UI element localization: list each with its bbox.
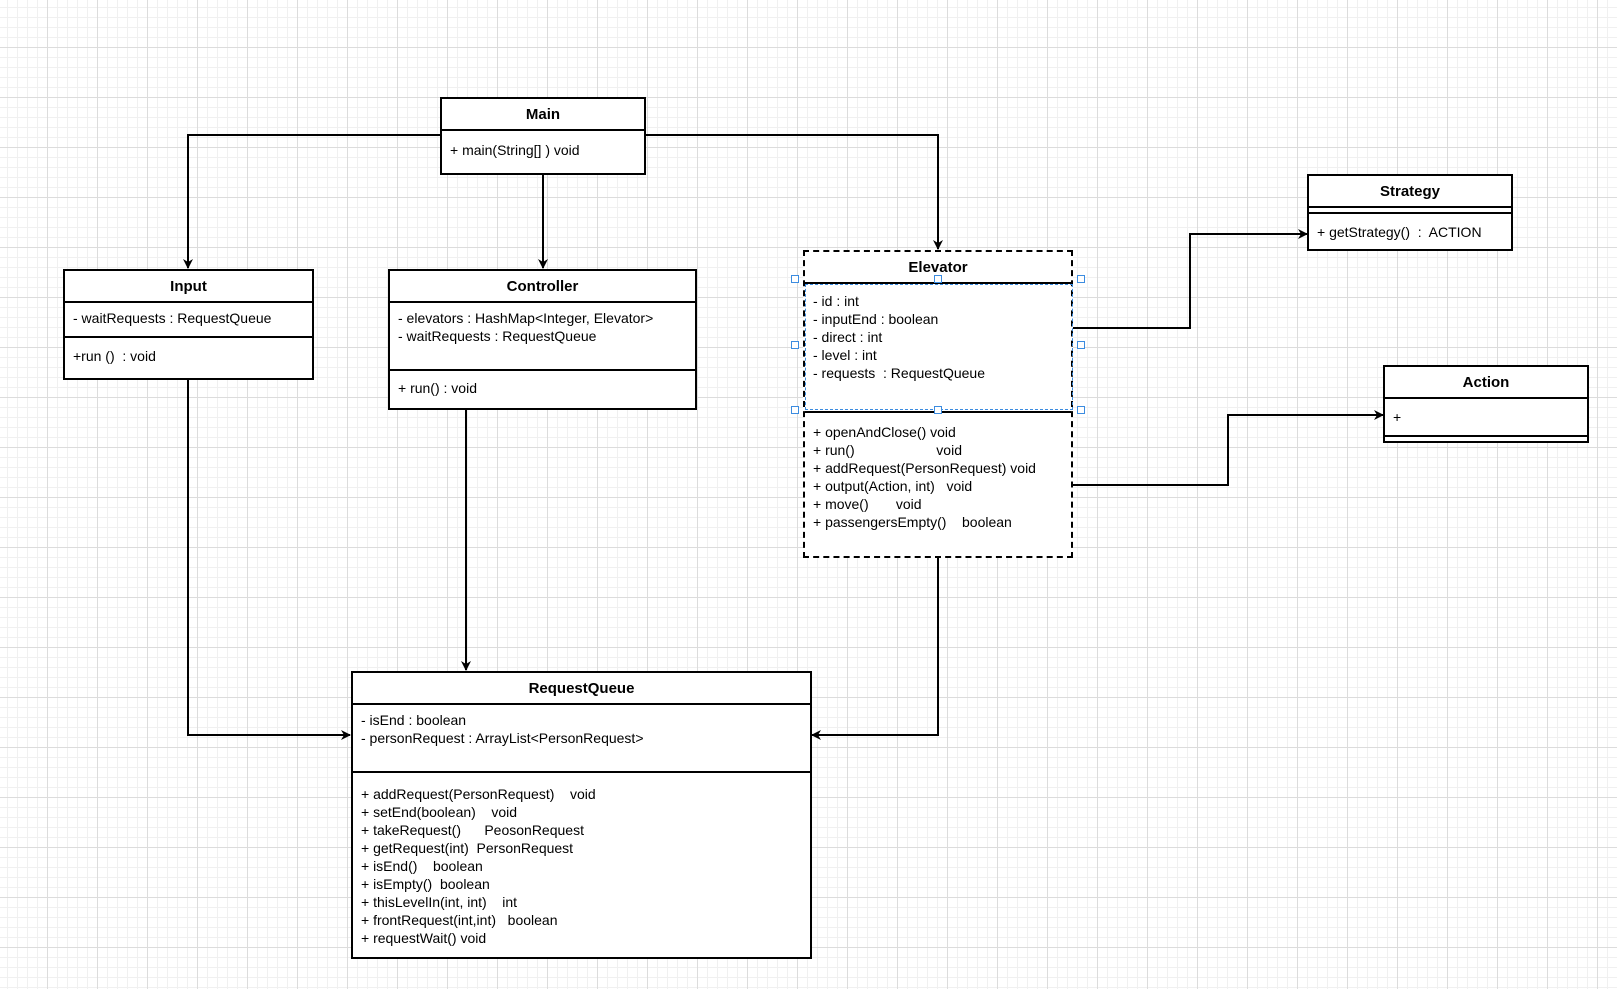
class-action[interactable]: Action + bbox=[1383, 365, 1589, 443]
method-row: + frontRequest(int,int) boolean bbox=[361, 912, 558, 928]
method-row: + getRequest(int) PersonRequest bbox=[361, 840, 574, 856]
edge-main-input[interactable] bbox=[183, 134, 441, 269]
method-row: + isEnd() boolean bbox=[361, 858, 483, 874]
class-elevator-attributes[interactable]: - id : int - inputEnd : boolean - direct… bbox=[805, 284, 1071, 413]
method-row: + openAndClose() void bbox=[813, 424, 956, 440]
method-row: + move() void bbox=[813, 496, 922, 512]
class-input-methods: +run () : void bbox=[65, 338, 312, 371]
method-row: + run() : void bbox=[398, 380, 477, 396]
edge-elevator-requestqueue[interactable] bbox=[811, 557, 939, 740]
attribute-row: - requests : RequestQueue bbox=[813, 365, 985, 381]
resize-handle[interactable] bbox=[791, 341, 799, 349]
method-row: + addRequest(PersonRequest) void bbox=[813, 460, 1036, 476]
class-input-attributes: - waitRequests : RequestQueue bbox=[65, 303, 312, 338]
class-elevator[interactable]: Elevator - id : int - inputEnd : boolean… bbox=[803, 250, 1073, 558]
method-row: + run() void bbox=[813, 442, 962, 458]
method-row: + main(String[] ) void bbox=[450, 142, 580, 158]
class-controller-attributes: - elevators : HashMap<Integer, Elevator>… bbox=[390, 303, 695, 371]
attribute-row: - direct : int bbox=[813, 329, 883, 345]
class-action-methods: + bbox=[1385, 399, 1587, 437]
resize-handle[interactable] bbox=[1077, 275, 1085, 283]
method-row: + getStrategy() : ACTION bbox=[1317, 224, 1482, 240]
attribute-row: - level : int bbox=[813, 347, 877, 363]
class-input[interactable]: Input - waitRequests : RequestQueue +run… bbox=[63, 269, 314, 380]
class-action-title: Action bbox=[1385, 367, 1587, 399]
class-main[interactable]: Main + main(String[] ) void bbox=[440, 97, 646, 175]
attribute-row: - isEnd : boolean bbox=[361, 712, 467, 728]
class-main-methods: + main(String[] ) void bbox=[442, 131, 644, 165]
edge-elevator-action[interactable] bbox=[1072, 410, 1384, 486]
class-requestqueue-methods: + addRequest(PersonRequest) void + setEn… bbox=[353, 773, 810, 953]
resize-handle[interactable] bbox=[1077, 341, 1085, 349]
class-requestqueue-title: RequestQueue bbox=[353, 673, 810, 705]
class-main-title: Main bbox=[442, 99, 644, 131]
method-row: + isEmpty() boolean bbox=[361, 876, 490, 892]
attribute-row: - elevators : HashMap<Integer, Elevator> bbox=[398, 310, 654, 326]
class-strategy-methods: + getStrategy() : ACTION bbox=[1309, 214, 1511, 247]
resize-handle[interactable] bbox=[791, 406, 799, 414]
resize-handle[interactable] bbox=[1077, 406, 1085, 414]
attribute-row: - waitRequests : RequestQueue bbox=[73, 310, 272, 326]
attribute-row: - waitRequests : RequestQueue bbox=[398, 328, 597, 344]
method-row: +run () : void bbox=[73, 348, 156, 364]
method-row: + setEnd(boolean) void bbox=[361, 804, 518, 820]
class-elevator-title: Elevator bbox=[805, 252, 1071, 284]
resize-handle[interactable] bbox=[791, 275, 799, 283]
class-requestqueue-attributes: - isEnd : boolean - personRequest : Arra… bbox=[353, 705, 810, 773]
edge-elevator-strategy[interactable] bbox=[1072, 229, 1308, 329]
method-row: + thisLevelIn(int, int) int bbox=[361, 894, 518, 910]
attribute-row: - id : int bbox=[813, 293, 859, 309]
class-controller-title: Controller bbox=[390, 271, 695, 303]
method-row: + bbox=[1393, 409, 1402, 425]
method-row: + addRequest(PersonRequest) void bbox=[361, 786, 596, 802]
class-elevator-methods: + openAndClose() void + run() void + add… bbox=[805, 413, 1071, 537]
method-row: + takeRequest() PeosonRequest bbox=[361, 822, 584, 838]
method-row: + passengersEmpty() boolean bbox=[813, 514, 1012, 530]
edge-input-requestqueue[interactable] bbox=[187, 379, 351, 740]
edge-main-elevator[interactable] bbox=[645, 134, 943, 250]
method-row: + requestWait() void bbox=[361, 930, 487, 946]
class-requestqueue[interactable]: RequestQueue - isEnd : boolean - personR… bbox=[351, 671, 812, 959]
method-row: + output(Action, int) void bbox=[813, 478, 973, 494]
class-strategy-title: Strategy bbox=[1309, 176, 1511, 208]
class-input-title: Input bbox=[65, 271, 312, 303]
class-controller-methods: + run() : void bbox=[390, 371, 695, 403]
class-strategy[interactable]: Strategy + getStrategy() : ACTION bbox=[1307, 174, 1513, 251]
attribute-row: - personRequest : ArrayList<PersonReques… bbox=[361, 730, 644, 746]
attribute-row: - inputEnd : boolean bbox=[813, 311, 939, 327]
class-controller[interactable]: Controller - elevators : HashMap<Integer… bbox=[388, 269, 697, 410]
